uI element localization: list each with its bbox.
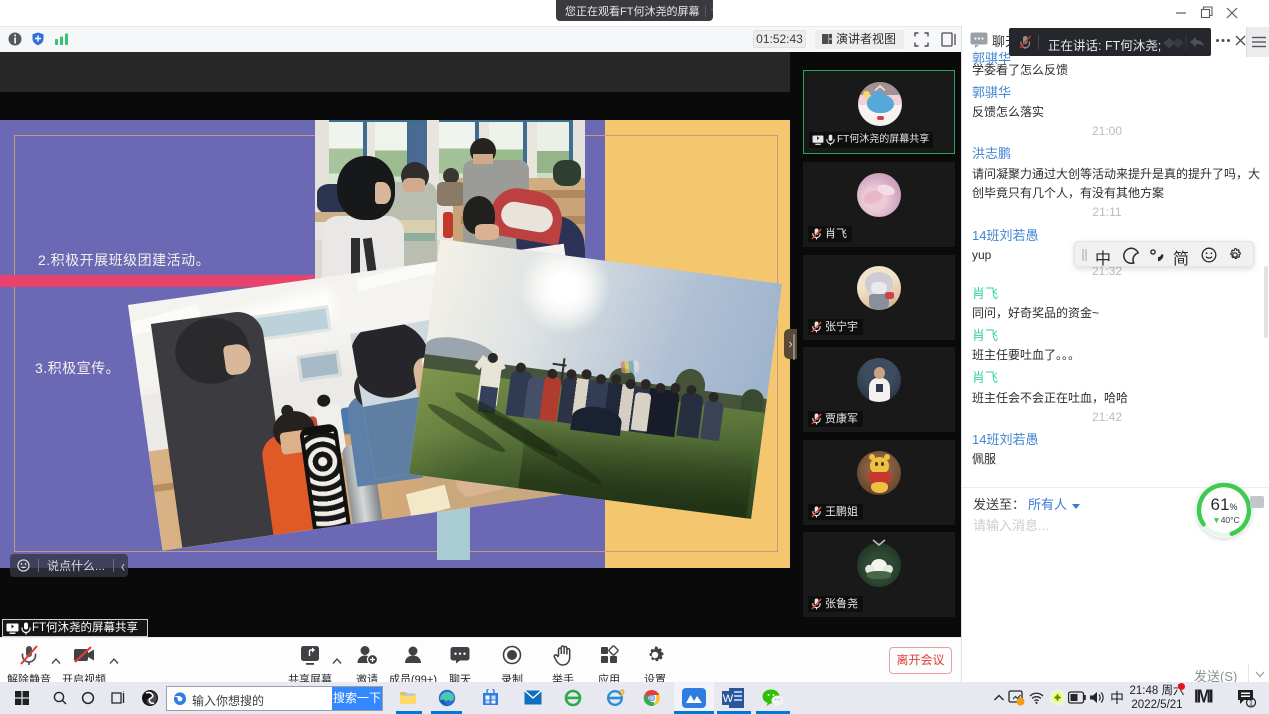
svg-text:W: W: [723, 693, 734, 705]
svg-text:1: 1: [1249, 699, 1254, 708]
